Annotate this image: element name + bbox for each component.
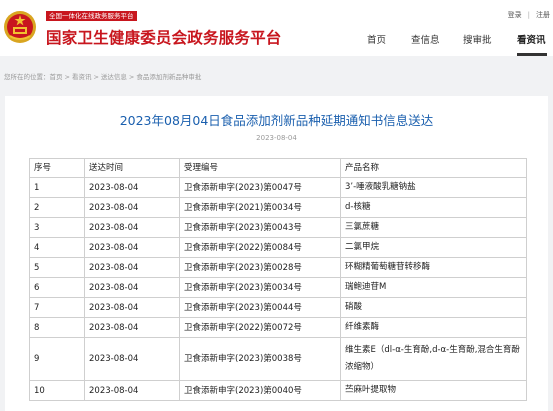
header-code: 受理编号: [179, 158, 341, 178]
cell-product: 3’-唾液酸乳糖钠盐: [340, 177, 527, 198]
delivery-table: 序号 送达时间 受理编号 产品名称 1 2023-08-04 卫食添新申字(20…: [29, 158, 527, 401]
cell-product: 瑞鲍迪苷M: [340, 277, 527, 298]
breadcrumb: 您所在的位置：首页 > 看资讯 > 送达信息 > 食品添加剂新品种审批: [4, 71, 201, 81]
cell-code: 卫食添新申字(2023)第0028号: [179, 257, 341, 278]
cell-date: 2023-08-04: [84, 317, 180, 338]
article-title: 2023年08月04日食品添加剂新品种延期通知书信息送达: [119, 113, 434, 128]
cell-no: 10: [29, 380, 85, 401]
cell-date: 2023-08-04: [84, 257, 180, 278]
cell-date: 2023-08-04: [84, 217, 180, 238]
table-row: 5 2023-08-04 卫食添新申字(2023)第0028号 环糊精葡萄糖苷转…: [29, 257, 527, 278]
breadcrumb-current[interactable]: 食品添加剂新品种审批: [136, 71, 201, 81]
breadcrumb-separator: >: [128, 73, 135, 81]
cell-product: 环糊精葡萄糖苷转移酶: [340, 257, 527, 278]
breadcrumb-home[interactable]: 首页: [50, 71, 63, 81]
cell-no: 9: [29, 337, 85, 381]
gov-platform-tag[interactable]: 全国一体化在线政务服务平台: [46, 11, 137, 21]
cell-no: 8: [29, 317, 85, 338]
cell-code: 卫食添新申字(2023)第0047号: [179, 177, 341, 198]
cell-date: 2023-08-04: [84, 337, 180, 381]
cell-date: 2023-08-04: [84, 237, 180, 258]
cell-code: 卫食添新申字(2023)第0040号: [179, 380, 341, 401]
breadcrumb-news[interactable]: 看资讯: [72, 71, 92, 81]
article-panel: 2023年08月04日食品添加剂新品种延期通知书信息送达 2023-08-04 …: [5, 96, 548, 411]
cell-no: 7: [29, 297, 85, 318]
cell-product: 三氯蔗糖: [340, 217, 527, 238]
cell-product: 维生素E（dl-α-生育酚,d-α-生育酚,混合生育酚浓缩物）: [340, 337, 527, 381]
cell-no: 4: [29, 237, 85, 258]
table-row: 3 2023-08-04 卫食添新申字(2023)第0043号 三氯蔗糖: [29, 217, 527, 238]
cell-no: 6: [29, 277, 85, 298]
cell-product: 二氯甲烷: [340, 237, 527, 258]
cell-code: 卫食添新申字(2023)第0034号: [179, 277, 341, 298]
table-row: 7 2023-08-04 卫食添新申字(2023)第0044号 硝酸: [29, 297, 527, 318]
login-link[interactable]: 登录: [508, 10, 522, 20]
cell-product: 苎麻叶提取物: [340, 380, 527, 401]
cell-no: 1: [29, 177, 85, 198]
cell-no: 2: [29, 197, 85, 218]
breadcrumb-delivery-info[interactable]: 送达信息: [101, 71, 127, 81]
cell-product: d-核糖: [340, 197, 527, 218]
cell-date: 2023-08-04: [84, 177, 180, 198]
site-title[interactable]: 国家卫生健康委员会政务服务平台: [46, 26, 282, 48]
header-product: 产品名称: [340, 158, 527, 178]
cell-code: 卫食添新申字(2021)第0034号: [179, 197, 341, 218]
national-emblem-icon: [4, 11, 36, 43]
cell-date: 2023-08-04: [84, 297, 180, 318]
site-header: 全国一体化在线政务服务平台 国家卫生健康委员会政务服务平台 登录 | 注册 首页 查…: [0, 0, 553, 56]
table-header-row: 序号 送达时间 受理编号 产品名称: [29, 158, 527, 178]
cell-code: 卫食添新申字(2022)第0072号: [179, 317, 341, 338]
cell-date: 2023-08-04: [84, 197, 180, 218]
table-row: 6 2023-08-04 卫食添新申字(2023)第0034号 瑞鲍迪苷M: [29, 277, 527, 298]
article-date: 2023-08-04: [256, 134, 297, 142]
link-separator: |: [527, 11, 530, 19]
cell-code: 卫食添新申字(2023)第0044号: [179, 297, 341, 318]
cell-date: 2023-08-04: [84, 380, 180, 401]
header-date: 送达时间: [84, 158, 180, 178]
nav-home[interactable]: 首页: [367, 32, 386, 46]
account-links: 登录 | 注册: [508, 10, 550, 20]
breadcrumb-prefix: 您所在的位置：: [4, 73, 50, 81]
cell-no: 5: [29, 257, 85, 278]
table-row: 1 2023-08-04 卫食添新申字(2023)第0047号 3’-唾液酸乳糖…: [29, 177, 527, 198]
breadcrumb-separator: >: [93, 73, 99, 81]
active-nav-indicator: [517, 53, 547, 56]
cell-code: 卫食添新申字(2023)第0038号: [179, 337, 341, 381]
cell-date: 2023-08-04: [84, 277, 180, 298]
table-row: 4 2023-08-04 卫食添新申字(2022)第0084号 二氯甲烷: [29, 237, 527, 258]
cell-product: 纤维素酶: [340, 317, 527, 338]
nav-news[interactable]: 看资讯: [517, 32, 546, 46]
cell-code: 卫食添新申字(2023)第0043号: [179, 217, 341, 238]
table-row: 9 2023-08-04 卫食添新申字(2023)第0038号 维生素E（dl-…: [29, 337, 527, 381]
table-row: 8 2023-08-04 卫食添新申字(2022)第0072号 纤维素酶: [29, 317, 527, 338]
cell-no: 3: [29, 217, 85, 238]
cell-code: 卫食添新申字(2022)第0084号: [179, 237, 341, 258]
nav-check-info[interactable]: 查信息: [411, 32, 440, 46]
cell-product: 硝酸: [340, 297, 527, 318]
header-no: 序号: [29, 158, 85, 178]
breadcrumb-separator: >: [64, 73, 70, 81]
nav-search-approval[interactable]: 搜审批: [463, 32, 492, 46]
table-row: 10 2023-08-04 卫食添新申字(2023)第0040号 苎麻叶提取物: [29, 380, 527, 401]
table-row: 2 2023-08-04 卫食添新申字(2021)第0034号 d-核糖: [29, 197, 527, 218]
register-link[interactable]: 注册: [536, 10, 550, 20]
